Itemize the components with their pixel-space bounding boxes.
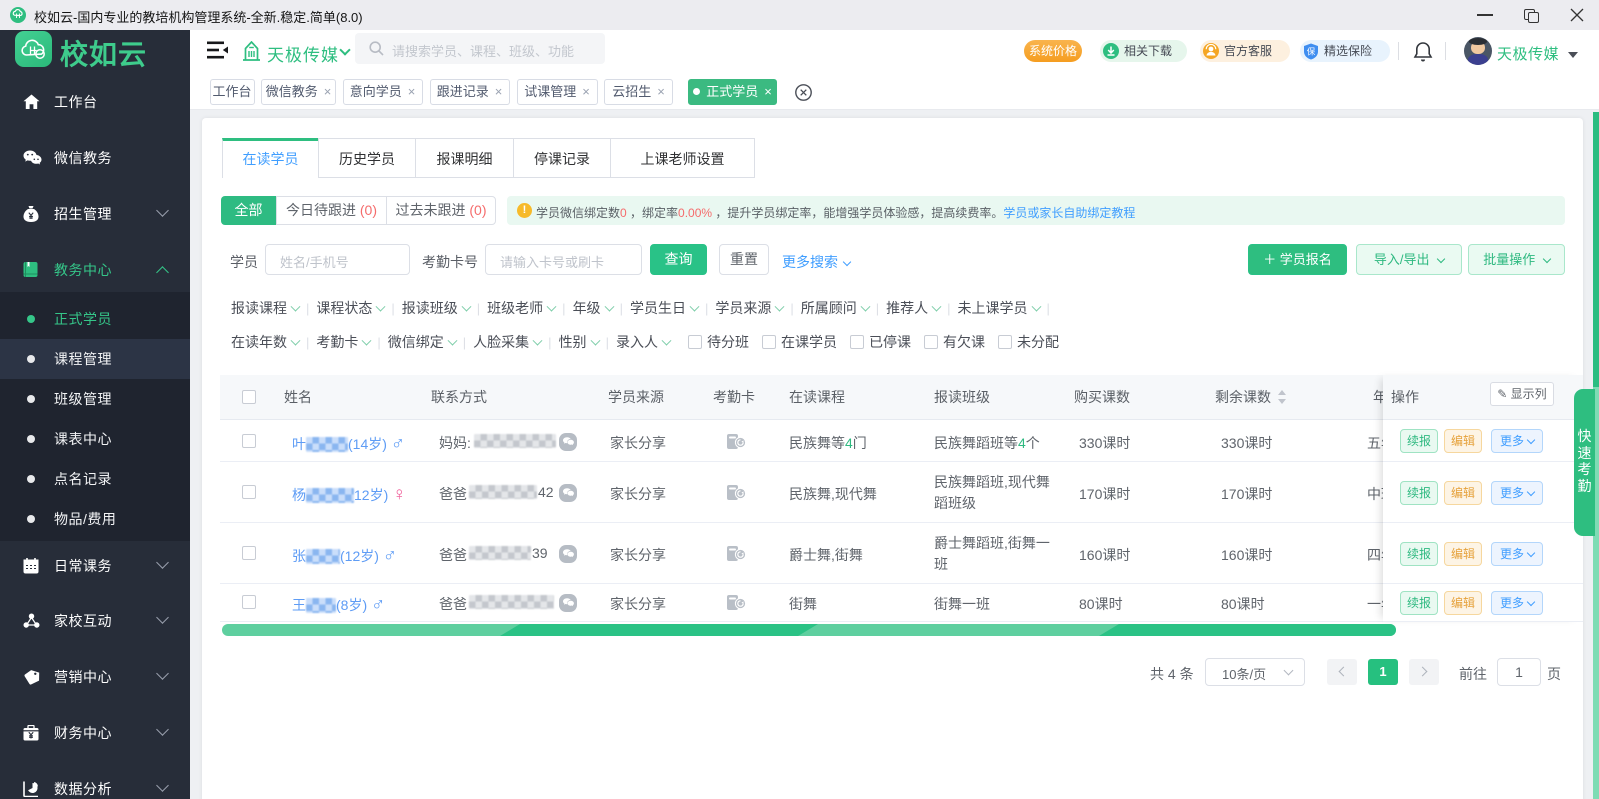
svg-text:保: 保 [1307,47,1316,57]
